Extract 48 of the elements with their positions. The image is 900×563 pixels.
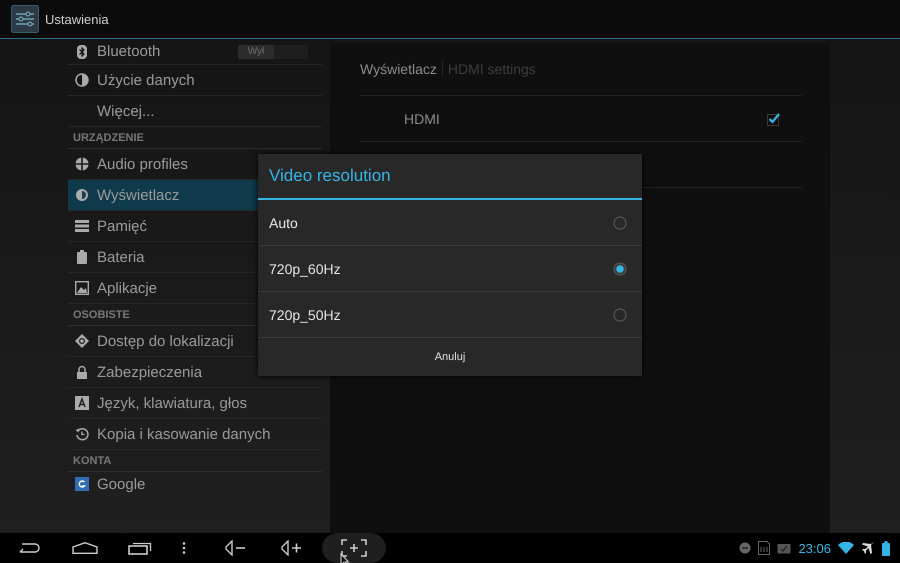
- resolution-option[interactable]: 720p_50Hz: [258, 292, 642, 338]
- back-icon: [17, 542, 41, 554]
- hdmi-row[interactable]: HDMI: [360, 96, 802, 142]
- airplane-icon: [861, 541, 875, 555]
- section-header: URZĄDZENIE: [68, 127, 322, 149]
- clock: 23:06: [798, 540, 831, 556]
- volume-down-icon: [223, 540, 247, 556]
- brightness-icon: [75, 188, 89, 202]
- resolution-option[interactable]: 720p_60Hz: [258, 246, 642, 292]
- dialog-title: Video resolution: [258, 154, 642, 200]
- keyboard-letter-icon: [75, 396, 89, 410]
- recents-icon: [128, 541, 154, 555]
- settings-item[interactable]: Bluetooth Wył: [68, 39, 322, 65]
- sd-card-icon: [758, 541, 770, 555]
- battery-level-icon: [882, 540, 890, 556]
- pie-chart-icon: [75, 73, 89, 87]
- g-letter-icon: [75, 477, 89, 491]
- notification-icon: [739, 542, 752, 554]
- section-header: KONTA: [68, 450, 322, 472]
- screenshot-icon: [341, 539, 367, 557]
- home-icon: [72, 542, 98, 554]
- settings-item[interactable]: Google: [68, 472, 322, 496]
- radio-button[interactable]: [613, 216, 627, 230]
- lock-icon: [76, 365, 88, 379]
- menu-icon: [182, 542, 186, 554]
- restore-icon: [75, 427, 89, 441]
- storage-icon: [75, 220, 89, 232]
- bluetooth-icon: [76, 44, 88, 58]
- settings-item[interactable]: Więcej...: [68, 96, 322, 127]
- screenshot-button[interactable]: [322, 533, 386, 563]
- picture-icon: [75, 281, 89, 295]
- checkbox[interactable]: [766, 110, 782, 126]
- volume-up-icon: [279, 540, 303, 556]
- resolution-option[interactable]: Auto: [258, 200, 642, 246]
- checklist-icon: [777, 542, 792, 554]
- settings-item[interactable]: Użycie danych: [68, 65, 322, 96]
- battery-icon: [77, 250, 87, 264]
- wifi-icon: [838, 542, 854, 554]
- setting-label: HDMI: [404, 110, 440, 126]
- radio-button[interactable]: [613, 262, 627, 276]
- app-title: Ustawienia: [45, 12, 109, 26]
- settings-sliders-icon[interactable]: [11, 5, 39, 33]
- breadcrumb-title: Wyświetlacz: [360, 61, 443, 77]
- settings-item[interactable]: Język, klawiatura, głos: [68, 388, 322, 419]
- location-icon: [75, 334, 89, 348]
- radio-button[interactable]: [613, 308, 627, 322]
- settings-item[interactable]: Kopia i kasowanie danych: [68, 419, 322, 450]
- audio-icon: [75, 157, 89, 171]
